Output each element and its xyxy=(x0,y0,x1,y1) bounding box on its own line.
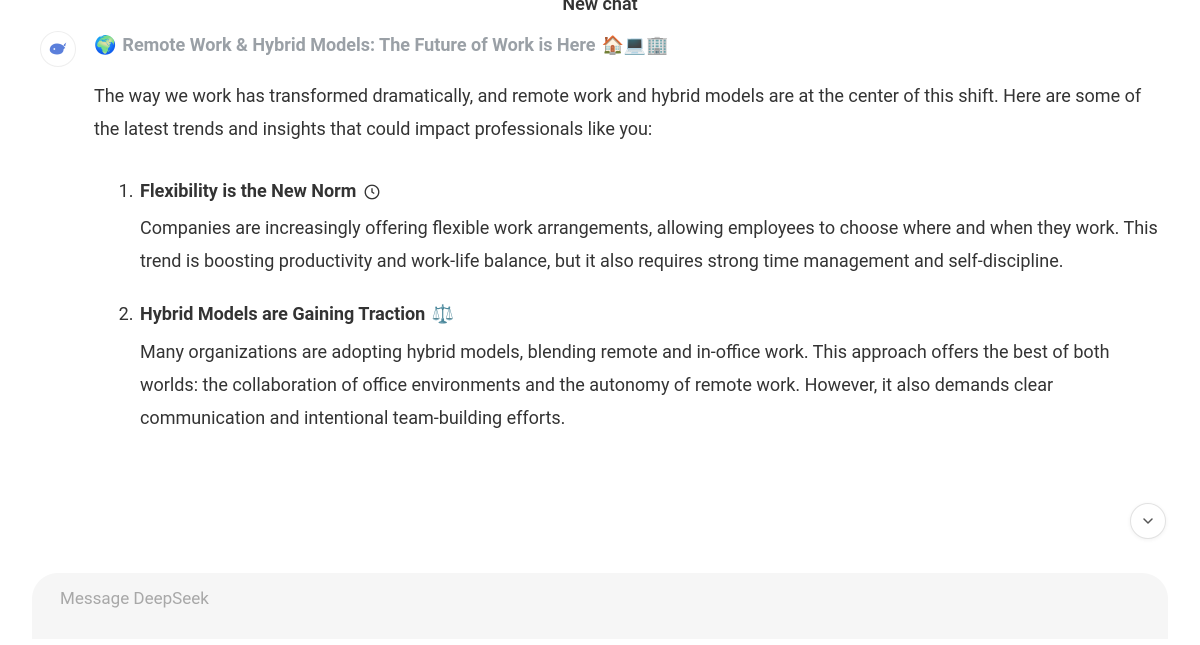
assistant-avatar xyxy=(40,31,76,67)
message-heading: 🌍 Remote Work & Hybrid Models: The Futur… xyxy=(94,35,1160,56)
list-item: Hybrid Models are Gaining Traction ⚖️ Ma… xyxy=(138,298,1160,435)
trends-list: Flexibility is the New Norm Companies ar… xyxy=(94,175,1160,436)
list-item-body: Companies are increasingly offering flex… xyxy=(140,212,1160,279)
globe-icon: 🌍 xyxy=(94,37,116,55)
scales-icon: ⚖️ xyxy=(432,304,454,325)
heading-text: Remote Work & Hybrid Models: The Future … xyxy=(122,35,595,56)
heading-suffix-emojis: 🏠💻🏢 xyxy=(602,37,669,55)
fade-overlay xyxy=(0,533,1200,573)
list-item-body: Many organizations are adopting hybrid m… xyxy=(140,336,1160,436)
message-input[interactable] xyxy=(60,589,1140,609)
page-title: New chat xyxy=(0,0,1200,15)
message-body: 🌍 Remote Work & Hybrid Models: The Futur… xyxy=(94,35,1160,456)
list-item-title: Hybrid Models are Gaining Traction xyxy=(140,304,425,325)
clock-icon xyxy=(363,183,381,201)
scroll-down-button[interactable] xyxy=(1130,503,1166,539)
message-input-bar[interactable] xyxy=(32,573,1168,639)
whale-icon xyxy=(47,38,69,60)
chevron-down-icon xyxy=(1140,513,1156,529)
intro-paragraph: The way we work has transformed dramatic… xyxy=(94,80,1160,147)
list-item-title: Flexibility is the New Norm xyxy=(140,181,356,202)
chat-content: 🌍 Remote Work & Hybrid Models: The Futur… xyxy=(0,35,1200,456)
list-item: Flexibility is the New Norm Companies ar… xyxy=(138,175,1160,279)
assistant-message: 🌍 Remote Work & Hybrid Models: The Futur… xyxy=(40,35,1160,456)
